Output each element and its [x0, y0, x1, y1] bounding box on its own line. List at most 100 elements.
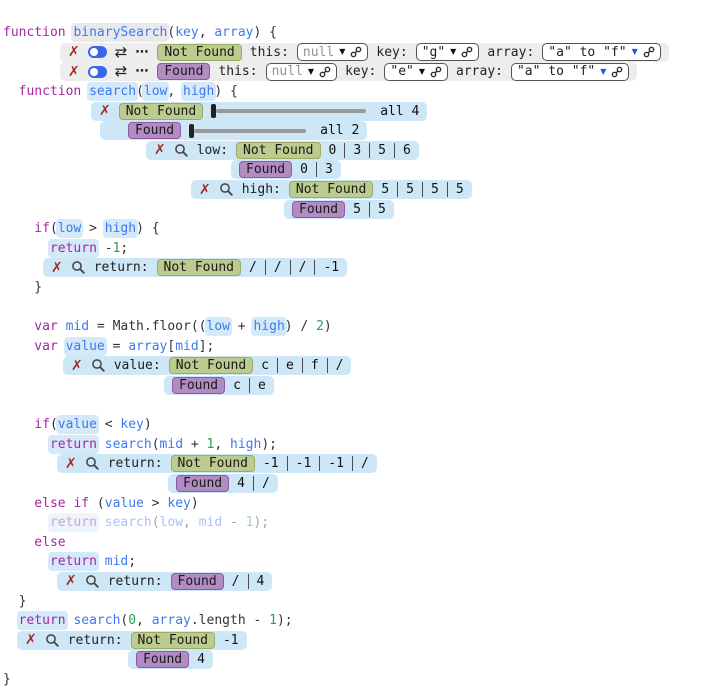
- probe-label: value:: [114, 358, 161, 373]
- widget-line: ✗high:Not Found5555: [3, 180, 725, 200]
- code-token: array: [128, 339, 167, 354]
- caret-down-icon[interactable]: ▼: [308, 68, 314, 76]
- link-icon[interactable]: [643, 46, 655, 58]
- code-token: high: [183, 84, 214, 99]
- delete-icon[interactable]: ✗: [99, 104, 111, 118]
- calls-slider[interactable]: [189, 124, 306, 138]
- badge-found[interactable]: Found: [128, 122, 181, 139]
- value-separator: [314, 260, 315, 275]
- delete-icon[interactable]: ✗: [65, 457, 77, 471]
- magnifier-icon[interactable]: [91, 358, 106, 373]
- more-options-icon[interactable]: ⋯: [135, 65, 149, 78]
- code-token: (: [50, 417, 58, 432]
- calls-slider[interactable]: [211, 104, 366, 118]
- slider-track[interactable]: [216, 109, 366, 113]
- caret-down-icon[interactable]: ▼: [419, 68, 425, 76]
- toggle-icon[interactable]: [88, 66, 107, 78]
- link-icon[interactable]: [611, 66, 623, 78]
- swap-arrows-icon[interactable]: ⇄: [115, 45, 128, 60]
- array-dropdown[interactable]: "a" to "f"▼: [511, 63, 629, 81]
- code-token: search: [89, 84, 136, 99]
- probe-row: ✗high:Not Found5555: [191, 180, 472, 199]
- code-token: ) /: [285, 319, 316, 334]
- probe-continuation-row: Found55: [284, 200, 394, 219]
- widget-line: ✗⇄⋯Foundthis:null▼key:"e"▼array:"a" to "…: [3, 62, 725, 82]
- code-token: var: [34, 319, 57, 334]
- link-icon[interactable]: [430, 66, 442, 78]
- code-token: function: [19, 84, 82, 99]
- code-token: [97, 437, 105, 452]
- code-token: return: [50, 437, 97, 452]
- badge-found[interactable]: Found: [136, 651, 189, 668]
- badge-not-found[interactable]: Not Found: [157, 44, 241, 61]
- badge-not-found[interactable]: Not Found: [131, 632, 215, 649]
- badge-not-found[interactable]: Not Found: [289, 181, 373, 198]
- array-dropdown[interactable]: "a" to "f"▼: [542, 43, 660, 61]
- caret-down-icon[interactable]: ▼: [600, 68, 606, 76]
- caret-down-icon[interactable]: ▼: [450, 48, 456, 56]
- toggle-icon[interactable]: [88, 46, 107, 58]
- code-token: 0: [128, 613, 136, 628]
- this-dropdown[interactable]: null▼: [297, 43, 368, 61]
- code-token: [58, 339, 66, 354]
- code-token: high: [230, 437, 261, 452]
- delete-icon[interactable]: ✗: [71, 359, 83, 373]
- delete-icon[interactable]: ✗: [199, 183, 211, 197]
- key-dropdown[interactable]: "g"▼: [416, 43, 480, 61]
- code-token: key: [120, 417, 143, 432]
- code-token: search: [105, 515, 152, 530]
- badge-found[interactable]: Found: [292, 201, 345, 218]
- caret-down-icon[interactable]: ▼: [339, 48, 345, 56]
- badge-not-found[interactable]: Not Found: [236, 142, 320, 159]
- delete-icon[interactable]: ✗: [51, 261, 63, 275]
- code-token: <: [97, 417, 120, 432]
- code-token: -: [97, 241, 113, 256]
- badge-not-found[interactable]: Not Found: [119, 103, 203, 120]
- delete-icon[interactable]: ✗: [25, 633, 37, 647]
- code-token: ): [324, 319, 332, 334]
- code-token: -: [222, 515, 245, 530]
- badge-found[interactable]: Found: [172, 377, 225, 394]
- probe-value: 5: [456, 182, 464, 197]
- code-token: search: [105, 437, 152, 452]
- link-icon[interactable]: [350, 46, 362, 58]
- badge-not-found[interactable]: Not Found: [171, 455, 255, 472]
- magnifier-icon[interactable]: [45, 633, 60, 648]
- code-token: ,: [199, 25, 215, 40]
- magnifier-icon[interactable]: [85, 574, 100, 589]
- magnifier-icon[interactable]: [71, 260, 86, 275]
- badge-found[interactable]: Found: [157, 63, 210, 80]
- code-token: ,: [167, 84, 183, 99]
- badge-not-found[interactable]: Not Found: [157, 259, 241, 276]
- badge-not-found[interactable]: Not Found: [169, 357, 253, 374]
- delete-icon[interactable]: ✗: [154, 143, 166, 157]
- value-separator: [327, 358, 328, 373]
- magnifier-icon[interactable]: [85, 456, 100, 471]
- probe-continuation-row: Found4: [128, 650, 213, 669]
- code-line: function search(low, high) {: [3, 82, 725, 102]
- delete-icon[interactable]: ✗: [65, 574, 77, 588]
- probe-value: e: [286, 358, 294, 373]
- delete-icon[interactable]: ✗: [68, 65, 80, 79]
- more-options-icon[interactable]: ⋯: [135, 46, 149, 59]
- badge-found[interactable]: Found: [239, 161, 292, 178]
- field-label: key:: [376, 45, 407, 60]
- probe-value: -1: [296, 456, 312, 471]
- badge-found[interactable]: Found: [171, 573, 224, 590]
- slider-track[interactable]: [194, 129, 306, 133]
- magnifier-icon[interactable]: [219, 182, 234, 197]
- badge-found[interactable]: Found: [176, 475, 229, 492]
- probe-value: 5: [378, 143, 386, 158]
- magnifier-icon[interactable]: [174, 143, 189, 158]
- link-icon[interactable]: [319, 66, 331, 78]
- link-icon[interactable]: [461, 46, 473, 58]
- key-dropdown[interactable]: "e"▼: [384, 63, 448, 81]
- caret-down-icon[interactable]: ▼: [632, 48, 638, 56]
- this-dropdown[interactable]: null▼: [266, 63, 337, 81]
- swap-arrows-icon[interactable]: ⇄: [115, 64, 128, 79]
- probe-value: -1: [223, 633, 239, 648]
- probe-row: ✗value:Not Foundcef/: [63, 356, 351, 375]
- delete-icon[interactable]: ✗: [68, 45, 80, 59]
- code-line: return mid;: [3, 552, 725, 572]
- toggle-knob: [90, 48, 98, 56]
